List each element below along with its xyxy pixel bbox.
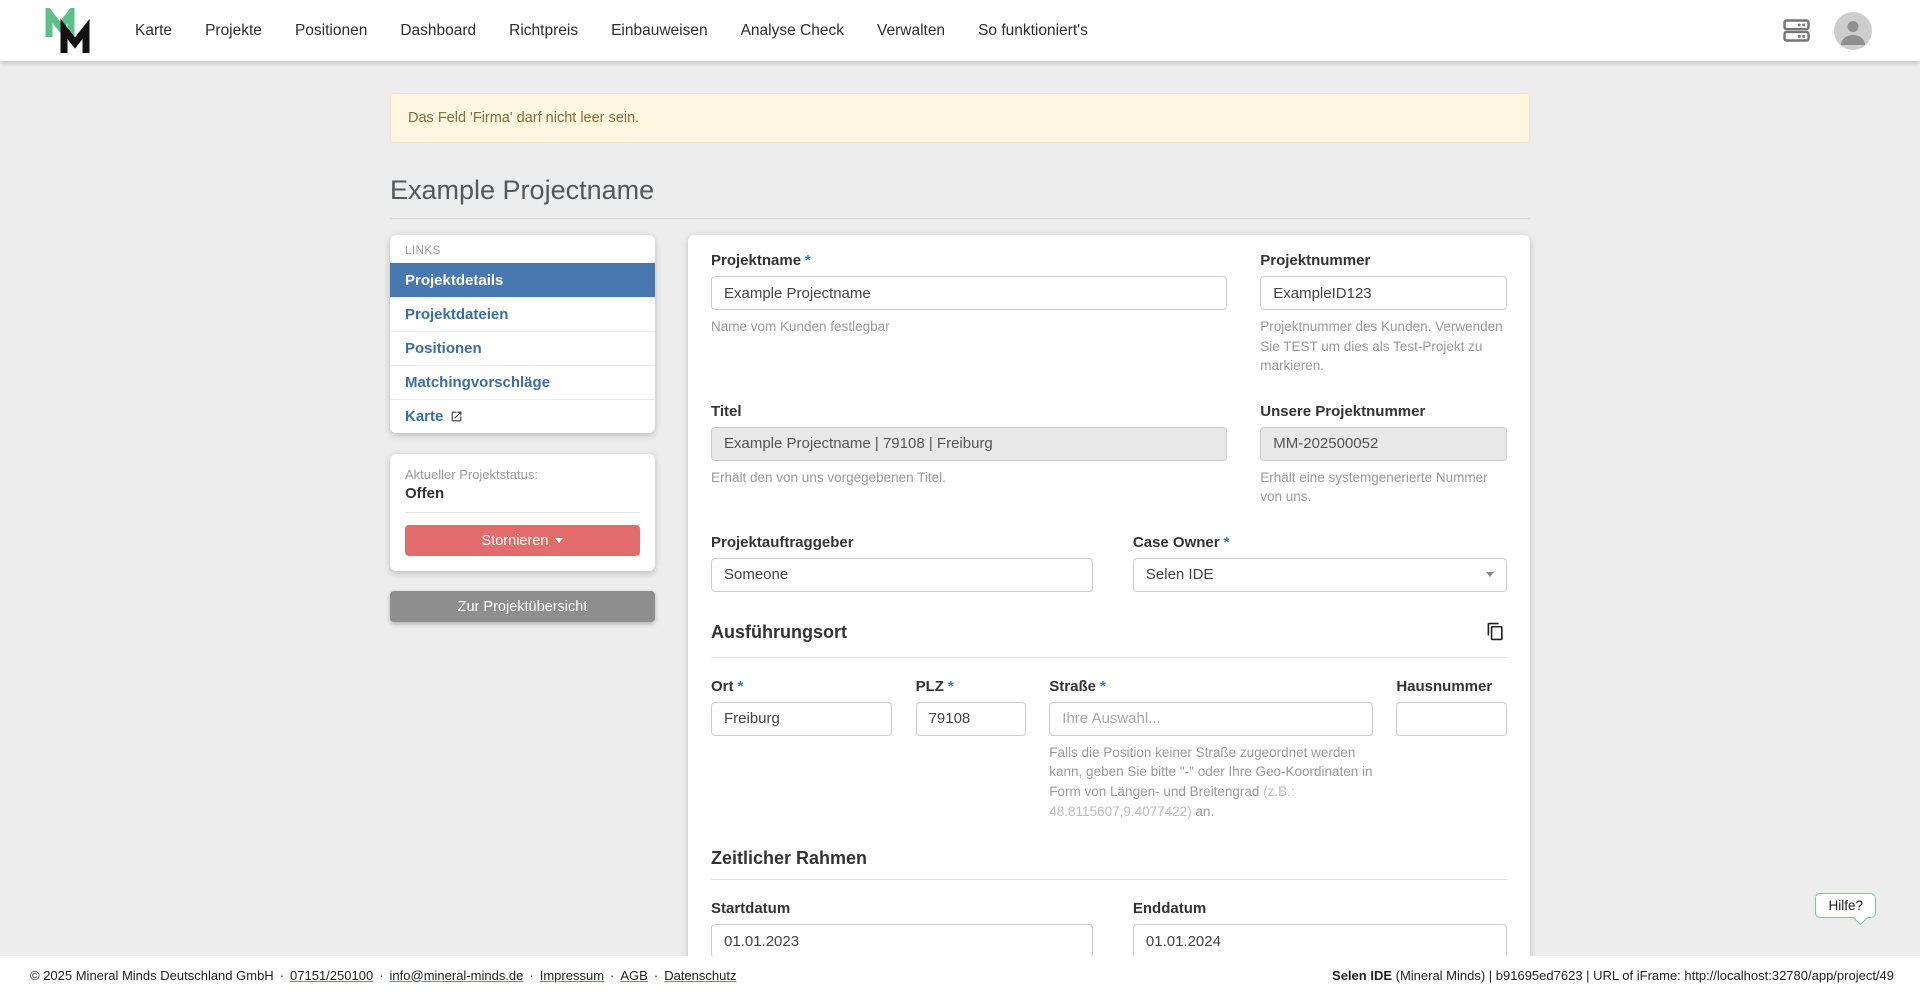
unsere-projektnummer-helper: Erhält eine systemgenerierte Nummer von … <box>1260 468 1507 507</box>
unsere-projektnummer-input <box>1260 427 1507 461</box>
separator: · <box>529 968 533 983</box>
projektnummer-input[interactable] <box>1260 276 1507 310</box>
stornieren-label: Stornieren <box>482 533 549 549</box>
sidebar: LINKS Projektdetails Projektdateien Posi… <box>390 235 655 622</box>
separator: · <box>280 968 284 983</box>
validation-alert: Das Feld 'Firma' darf nicht leer sein. <box>390 93 1530 143</box>
status-label: Aktueller Projektstatus: <box>405 467 640 482</box>
required-asterisk: * <box>948 678 954 695</box>
nav-item-projekte[interactable]: Projekte <box>205 22 262 40</box>
sidebar-item-matchingvorschlaege[interactable]: Matchingvorschläge <box>390 365 655 399</box>
nav-item-so-funktionierts[interactable]: So funktioniert's <box>978 22 1088 40</box>
projektuebersicht-button[interactable]: Zur Projektübersicht <box>390 591 655 622</box>
separator: · <box>654 968 658 983</box>
ort-input[interactable] <box>711 702 892 736</box>
nav-item-verwalten[interactable]: Verwalten <box>877 22 945 40</box>
required-asterisk: * <box>1224 534 1230 551</box>
startdatum-label: Startdatum <box>711 900 1093 917</box>
plz-input[interactable] <box>916 702 1027 736</box>
hausnummer-label: Hausnummer <box>1396 678 1507 695</box>
nav-item-dashboard[interactable]: Dashboard <box>400 22 476 40</box>
strasse-input[interactable] <box>1049 702 1373 736</box>
projektnummer-helper: Projektnummer des Kunden. Verwenden Sie … <box>1260 317 1507 376</box>
projektname-label: Projektname* <box>711 252 1227 269</box>
caret-down-icon <box>1486 572 1494 577</box>
links-card: LINKS Projektdetails Projektdateien Posi… <box>390 235 655 433</box>
status-value: Offen <box>405 485 640 502</box>
stornieren-button[interactable]: Stornieren <box>405 525 640 556</box>
footer-user: Selen IDE <box>1332 968 1392 983</box>
top-navigation: Karte Projekte Positionen Dashboard Rich… <box>0 0 1920 61</box>
server-icon[interactable] <box>1783 19 1810 42</box>
nav-item-positionen[interactable]: Positionen <box>295 22 367 40</box>
titel-input <box>711 427 1227 461</box>
sidebar-item-positionen[interactable]: Positionen <box>390 331 655 365</box>
footer: © 2025 Mineral Minds Deutschland GmbH · 07… <box>0 956 1920 994</box>
sidebar-item-projektdetails[interactable]: Projektdetails <box>390 263 655 297</box>
footer-link-agb[interactable]: AGB <box>620 968 647 983</box>
nav-item-richtpreis[interactable]: Richtpreis <box>509 22 578 40</box>
footer-link-email[interactable]: info@mineral-minds.de <box>390 968 524 983</box>
status-card: Aktueller Projektstatus: Offen Storniere… <box>390 454 655 571</box>
strasse-helper: Falls die Position keiner Straße zugeord… <box>1049 743 1373 821</box>
section-divider <box>711 879 1507 880</box>
nav-right-icons <box>1783 12 1872 50</box>
status-divider <box>405 512 640 513</box>
copy-icon[interactable] <box>1484 619 1507 647</box>
case-owner-select[interactable]: Selen IDE <box>1133 558 1507 592</box>
footer-link-datenschutz[interactable]: Datenschutz <box>664 968 736 983</box>
hausnummer-input[interactable] <box>1396 702 1507 736</box>
required-asterisk: * <box>1100 678 1106 695</box>
help-button[interactable]: Hilfe? <box>1815 893 1876 918</box>
case-owner-selected-value: Selen IDE <box>1146 566 1214 583</box>
nav-item-analyse-check[interactable]: Analyse Check <box>741 22 844 40</box>
footer-link-impressum[interactable]: Impressum <box>540 968 604 983</box>
enddatum-input[interactable] <box>1133 924 1507 958</box>
titel-label: Titel <box>711 403 1227 420</box>
startdatum-input[interactable] <box>711 924 1093 958</box>
case-owner-label: Case Owner* <box>1133 534 1507 551</box>
projektauftraggeber-input[interactable] <box>711 558 1093 592</box>
sidebar-item-karte-label: Karte <box>405 408 443 425</box>
section-divider <box>711 657 1507 658</box>
section-zeitlicher-rahmen: Zeitlicher Rahmen <box>711 848 867 869</box>
footer-left: © 2025 Mineral Minds Deutschland GmbH · 07… <box>30 968 736 983</box>
copyright-text: © 2025 Mineral Minds Deutschland GmbH <box>30 968 274 983</box>
strasse-label: Straße* <box>1049 678 1373 695</box>
project-form-card: Projektname* Name vom Kunden festlegbar … <box>688 235 1530 984</box>
nav-item-einbauweisen[interactable]: Einbauweisen <box>611 22 708 40</box>
projektname-input[interactable] <box>711 276 1227 310</box>
user-avatar-icon[interactable] <box>1834 12 1872 50</box>
separator: · <box>379 968 383 983</box>
caret-down-icon <box>555 538 563 543</box>
external-link-icon <box>450 410 463 423</box>
required-asterisk: * <box>738 678 744 695</box>
titel-helper: Erhält den von uns vorgegebenen Titel. <box>711 468 1227 488</box>
unsere-projektnummer-label: Unsere Projektnummer <box>1260 403 1507 420</box>
enddatum-label: Enddatum <box>1133 900 1507 917</box>
main-menu: Karte Projekte Positionen Dashboard Rich… <box>135 22 1783 40</box>
projektname-helper: Name vom Kunden festlegbar <box>711 317 1227 337</box>
plz-label: PLZ* <box>916 678 1027 695</box>
section-ausfuehrungsort: Ausführungsort <box>711 622 847 643</box>
footer-session-info: Selen IDE (Mineral Minds) | b91695ed7623… <box>1332 968 1894 983</box>
projektnummer-label: Projektnummer <box>1260 252 1507 269</box>
title-divider <box>390 218 1530 219</box>
links-header: LINKS <box>390 235 655 263</box>
required-asterisk: * <box>805 252 811 269</box>
sidebar-item-projektdateien[interactable]: Projektdateien <box>390 297 655 331</box>
sidebar-item-karte[interactable]: Karte <box>390 399 655 433</box>
mineral-minds-logo[interactable] <box>45 8 93 54</box>
nav-item-karte[interactable]: Karte <box>135 22 172 40</box>
footer-session-rest: (Mineral Minds) | b91695ed7623 | URL of … <box>1392 968 1894 983</box>
footer-link-phone[interactable]: 07151/250100 <box>290 968 373 983</box>
projektauftraggeber-label: Projektauftraggeber <box>711 534 1093 551</box>
ort-label: Ort* <box>711 678 892 695</box>
page-title: Example Projectname <box>390 175 1530 206</box>
separator: · <box>610 968 614 983</box>
